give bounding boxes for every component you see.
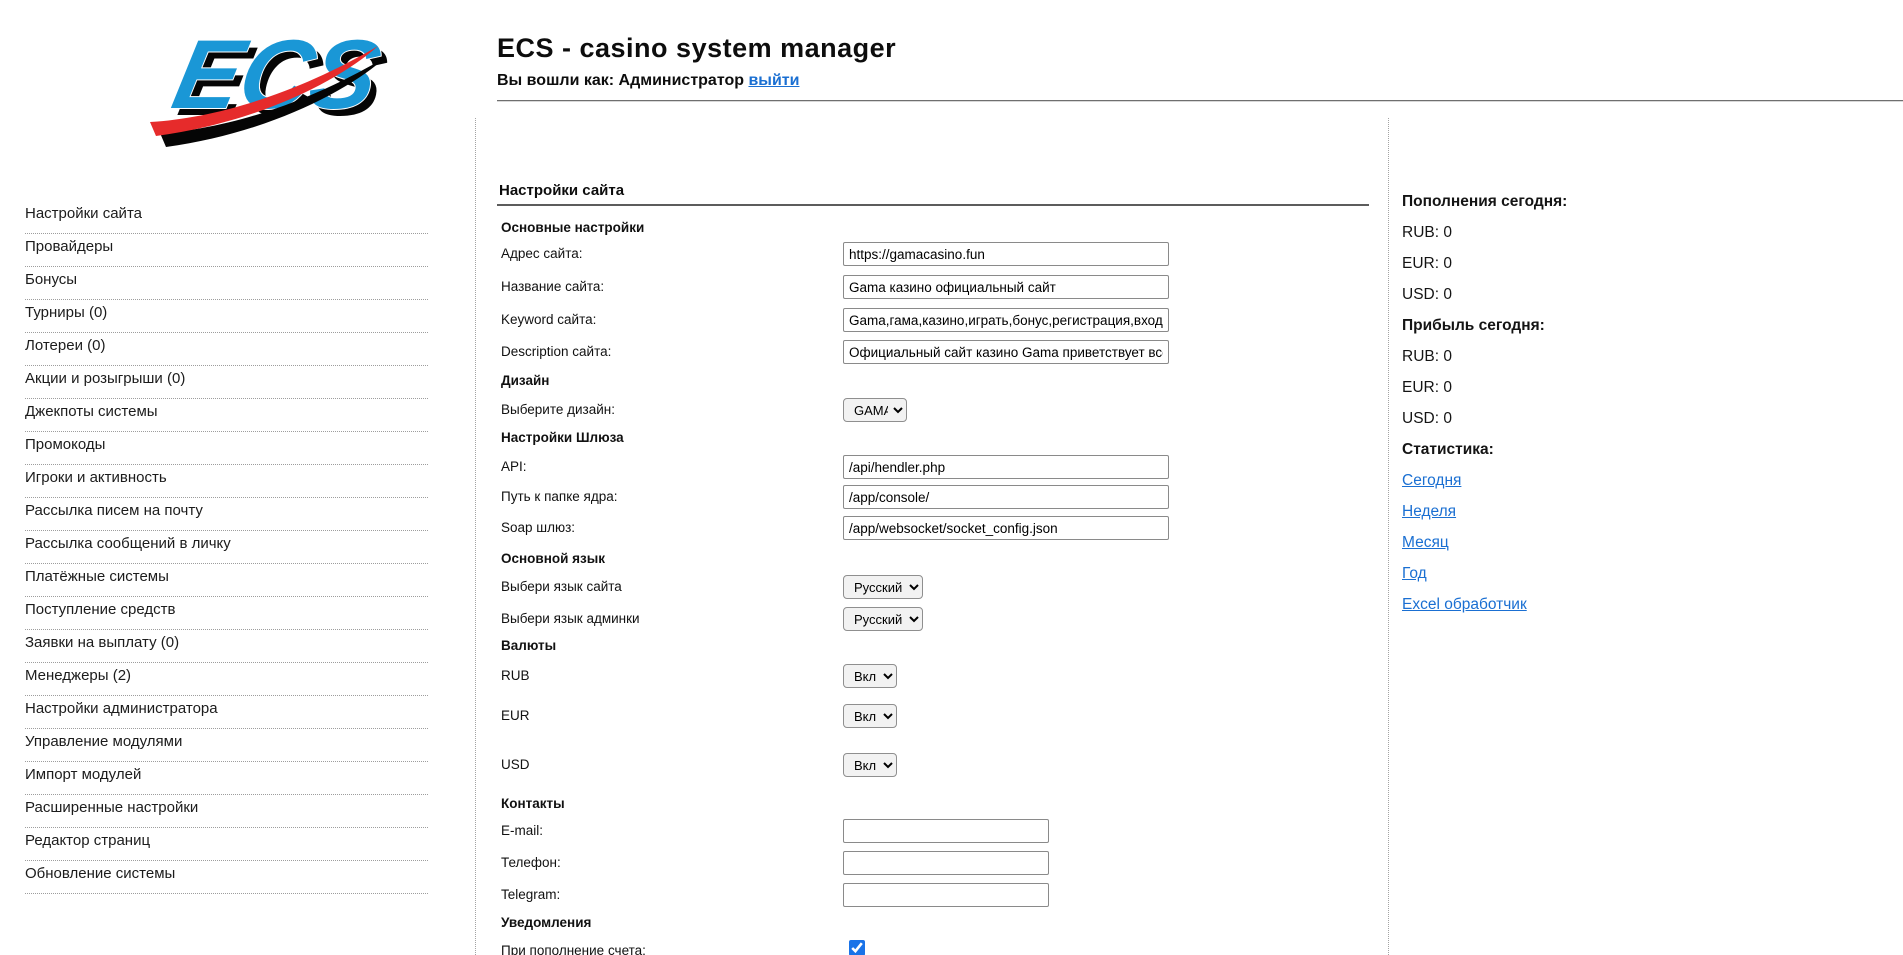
sidebar-item-payout-requests[interactable]: Заявки на выплату (0) — [25, 630, 428, 663]
profit-rub-value: 0 — [1443, 348, 1452, 365]
sidebar-item-admin-settings[interactable]: Настройки администратора — [25, 696, 428, 729]
sidebar-item-jackpots[interactable]: Джекпоты системы — [25, 399, 428, 432]
site-language-label: Выбери язык сайта — [501, 579, 622, 594]
rub-label: RUB — [501, 668, 530, 683]
site-settings-panel: Настройки сайта Основные настройки Адрес… — [497, 0, 1374, 955]
profit-rub: RUB: 0 — [1402, 341, 1702, 372]
section-heading-contacts: Контакты — [501, 796, 565, 811]
sidebar-item-module-management[interactable]: Управление модулями — [25, 729, 428, 762]
deposits-rub-label: RUB: — [1402, 224, 1439, 241]
section-heading-basic: Основные настройки — [501, 220, 644, 235]
sidebar-item-providers[interactable]: Провайдеры — [25, 234, 428, 267]
site-address-input[interactable] — [843, 242, 1169, 266]
soap-gateway-input[interactable] — [843, 516, 1169, 540]
telegram-input[interactable] — [843, 883, 1049, 907]
sidebar-item-page-editor[interactable]: Редактор страниц — [25, 828, 428, 861]
profit-usd-label: USD: — [1402, 410, 1439, 427]
ecs-logo: ECS ECS — [138, 10, 394, 148]
stats-link-today[interactable]: Сегодня — [1402, 472, 1461, 489]
deposits-today-heading: Пополнения сегодня: — [1402, 186, 1702, 217]
deposits-eur-label: EUR: — [1402, 255, 1439, 272]
deposits-usd-value: 0 — [1443, 286, 1452, 303]
sidebar-item-promotions[interactable]: Акции и розыгрыши (0) — [25, 366, 428, 399]
phone-label: Телефон: — [501, 855, 561, 870]
site-keyword-label: Keyword сайта: — [501, 312, 596, 327]
sidebar-item-advanced-settings[interactable]: Расширенные настройки — [25, 795, 428, 828]
api-input[interactable] — [843, 455, 1169, 479]
main-stats-divider — [1388, 118, 1389, 955]
sidebar-item-site-settings[interactable]: Настройки сайта — [25, 201, 428, 234]
sidebar-item-system-update[interactable]: Обновление системы — [25, 861, 428, 894]
section-heading-design: Дизайн — [501, 373, 549, 388]
design-label: Выберите дизайн: — [501, 402, 615, 417]
sidebar-main-divider — [475, 118, 476, 955]
section-heading-notifications: Уведомления — [501, 915, 591, 930]
site-description-input[interactable] — [843, 340, 1169, 364]
core-path-input[interactable] — [843, 485, 1169, 509]
section-heading-language: Основной язык — [501, 551, 605, 566]
sidebar-item-incoming-funds[interactable]: Поступление средств — [25, 597, 428, 630]
site-address-label: Адрес сайта: — [501, 246, 583, 261]
soap-gateway-label: Soap шлюз: — [501, 520, 575, 535]
core-path-label: Путь к папке ядра: — [501, 489, 617, 504]
sidebar-item-payment-systems[interactable]: Платёжные системы — [25, 564, 428, 597]
panel-title-divider — [497, 204, 1369, 206]
site-name-label: Название сайта: — [501, 279, 604, 294]
sidebar-menu: Настройки сайта Провайдеры Бонусы Турнир… — [25, 201, 428, 894]
deposits-rub-value: 0 — [1443, 224, 1452, 241]
sidebar-item-promocodes[interactable]: Промокоды — [25, 432, 428, 465]
sidebar-item-lotteries[interactable]: Лотереи (0) — [25, 333, 428, 366]
sidebar-item-managers[interactable]: Менеджеры (2) — [25, 663, 428, 696]
sidebar-item-email-mailing[interactable]: Рассылка писем на почту — [25, 498, 428, 531]
phone-input[interactable] — [843, 851, 1049, 875]
stats-link-excel[interactable]: Excel обработчик — [1402, 596, 1527, 613]
rub-select[interactable]: Вкл — [843, 664, 897, 688]
profit-eur: EUR: 0 — [1402, 372, 1702, 403]
site-description-label: Description сайта: — [501, 344, 611, 359]
ecs-logo-image: ECS ECS — [138, 10, 394, 148]
email-input[interactable] — [843, 819, 1049, 843]
sidebar-item-tournaments[interactable]: Турниры (0) — [25, 300, 428, 333]
sidebar-list: Настройки сайта Провайдеры Бонусы Турнир… — [25, 201, 428, 894]
deposits-usd-label: USD: — [1402, 286, 1439, 303]
deposits-eur-value: 0 — [1443, 255, 1452, 272]
sidebar-item-bonuses[interactable]: Бонусы — [25, 267, 428, 300]
api-label: API: — [501, 459, 527, 474]
email-label: E-mail: — [501, 823, 543, 838]
sidebar-item-players[interactable]: Игроки и активность — [25, 465, 428, 498]
eur-label: EUR — [501, 708, 530, 723]
statistics-heading: Статистика: — [1402, 434, 1702, 465]
deposits-rub: RUB: 0 — [1402, 217, 1702, 248]
site-keyword-input[interactable] — [843, 308, 1169, 332]
telegram-label: Telegram: — [501, 887, 560, 902]
deposits-usd: USD: 0 — [1402, 279, 1702, 310]
profit-usd: USD: 0 — [1402, 403, 1702, 434]
site-name-input[interactable] — [843, 275, 1169, 299]
profit-today-heading: Прибыль сегодня: — [1402, 310, 1702, 341]
panel-title: Настройки сайта — [499, 182, 624, 199]
deposits-eur: EUR: 0 — [1402, 248, 1702, 279]
profit-usd-value: 0 — [1443, 410, 1452, 427]
design-select[interactable]: GAMA — [843, 398, 907, 422]
profit-eur-value: 0 — [1443, 379, 1452, 396]
admin-language-label: Выбери язык админки — [501, 611, 640, 626]
eur-select[interactable]: Вкл — [843, 704, 897, 728]
usd-select[interactable]: Вкл — [843, 753, 897, 777]
profit-eur-label: EUR: — [1402, 379, 1439, 396]
admin-language-select[interactable]: Русский — [843, 607, 923, 631]
deposit-notify-label: При пополнение счета: — [501, 943, 646, 955]
site-language-select[interactable]: Русский — [843, 575, 923, 599]
stats-link-year[interactable]: Год — [1402, 565, 1427, 582]
stats-link-week[interactable]: Неделя — [1402, 503, 1456, 520]
usd-label: USD — [501, 757, 530, 772]
sidebar-item-pm-mailing[interactable]: Рассылка сообщений в личку — [25, 531, 428, 564]
stats-panel: Пополнения сегодня: RUB: 0 EUR: 0 USD: 0… — [1402, 186, 1702, 620]
stats-link-month[interactable]: Месяц — [1402, 534, 1449, 551]
profit-rub-label: RUB: — [1402, 348, 1439, 365]
section-heading-gateway: Настройки Шлюза — [501, 430, 624, 445]
sidebar-item-module-import[interactable]: Импорт модулей — [25, 762, 428, 795]
section-heading-currencies: Валюты — [501, 638, 556, 653]
deposit-notify-checkbox[interactable] — [849, 940, 865, 955]
